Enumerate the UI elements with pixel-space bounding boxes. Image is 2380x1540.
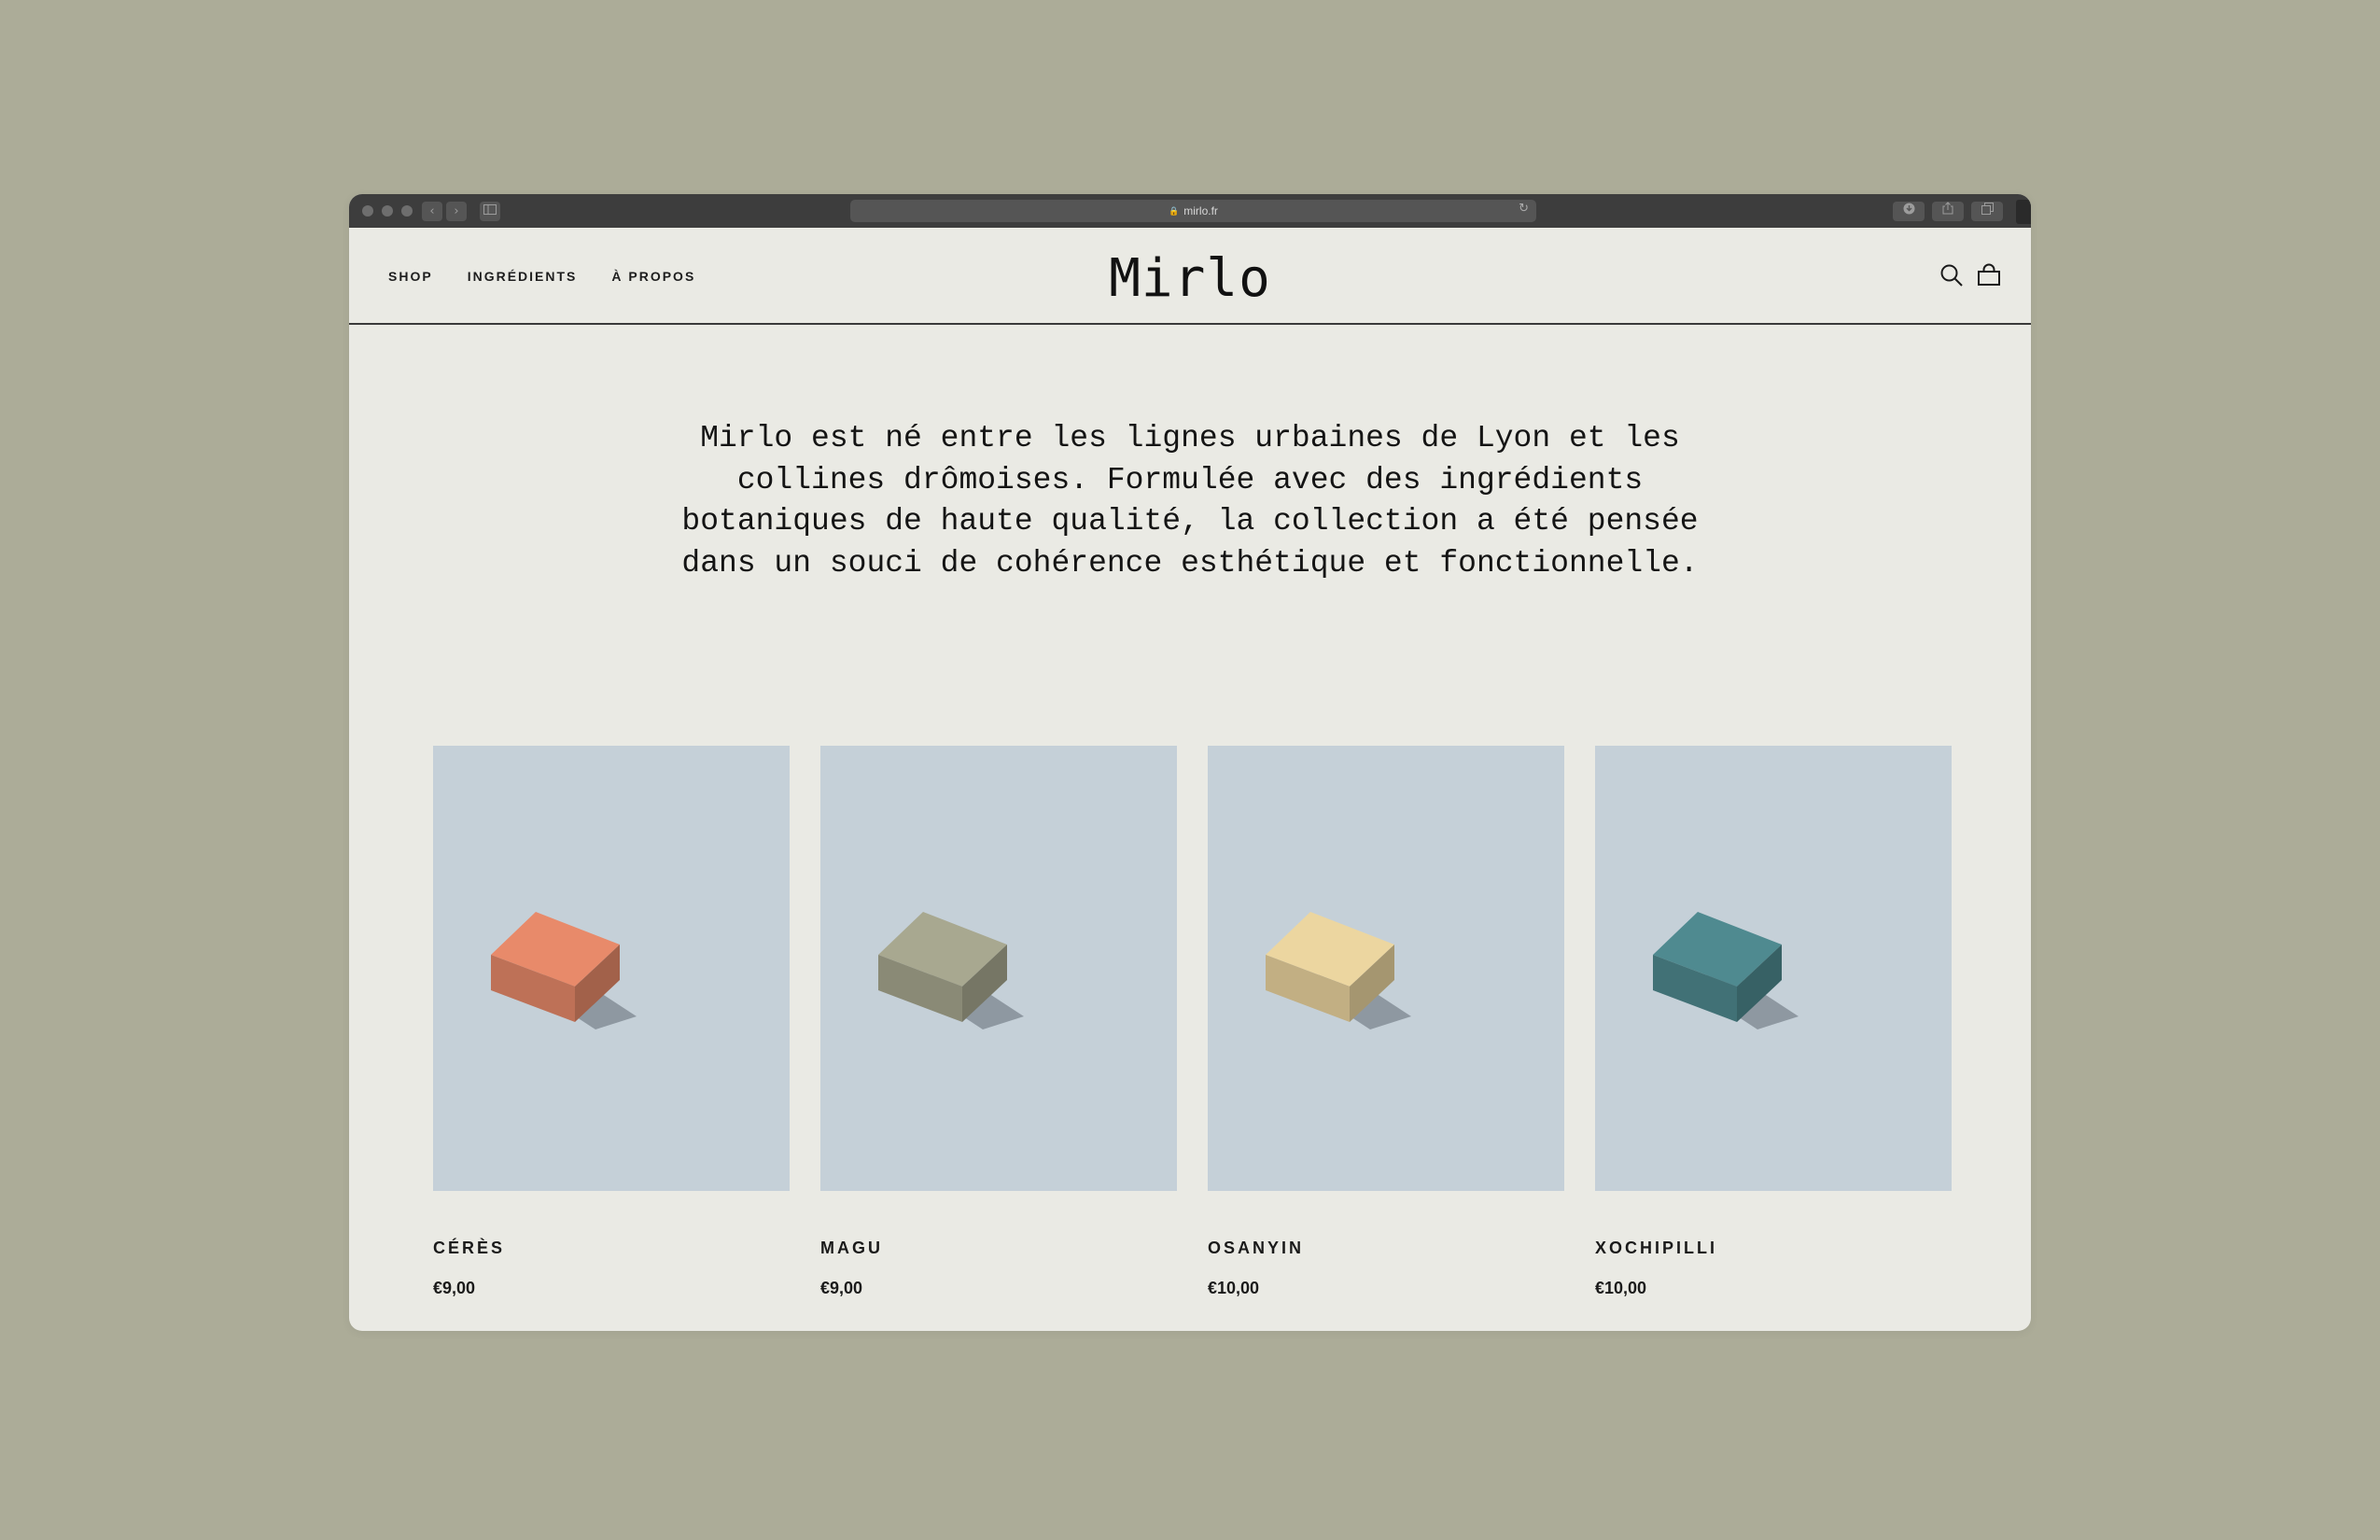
download-icon <box>1903 203 1914 215</box>
sidebar-icon <box>483 204 497 215</box>
product-card[interactable]: MAGU €9,00 <box>820 746 1177 1298</box>
product-photo[interactable] <box>1595 746 1952 1191</box>
product-card[interactable]: XOCHIPILLI €10,00 <box>1595 746 1952 1298</box>
search-icon[interactable] <box>1939 263 1964 287</box>
close-window-button[interactable] <box>362 205 373 217</box>
address-bar[interactable]: 🔒 mirlo.fr ↻ <box>850 200 1536 222</box>
product-price: €9,00 <box>820 1279 863 1297</box>
browser-window: ‹ › 🔒 mirlo.fr ↻ SHOP INGRÉDIENTS À PROP… <box>349 194 2031 1331</box>
new-tab-button[interactable] <box>2016 200 2031 224</box>
bag-icon[interactable] <box>1977 263 2001 287</box>
site-header: SHOP INGRÉDIENTS À PROPOS Mirlo <box>349 228 2031 325</box>
product-price: €10,00 <box>1208 1279 1260 1297</box>
product-name[interactable]: OSANYIN <box>1208 1239 1564 1258</box>
history-buttons: ‹ › <box>422 202 467 221</box>
share-icon <box>1942 202 1953 215</box>
sidebar-toggle-button[interactable] <box>480 202 500 221</box>
browser-toolbar: ‹ › 🔒 mirlo.fr ↻ <box>349 194 2031 228</box>
minimize-window-button[interactable] <box>382 205 393 217</box>
soap-bar-image <box>491 912 637 1029</box>
browser-actions <box>1893 202 2003 221</box>
product-card[interactable]: CÉRÈS €9,00 <box>433 746 790 1298</box>
soap-bar-image <box>878 912 1024 1029</box>
product-name[interactable]: XOCHIPILLI <box>1595 1239 1952 1258</box>
product-photo[interactable] <box>1208 746 1564 1191</box>
back-button[interactable]: ‹ <box>422 202 442 221</box>
soap-bar-image <box>1653 912 1799 1029</box>
product-card[interactable]: OSANYIN €10,00 <box>1208 746 1564 1298</box>
brand-intro: Mirlo est né entre les lignes urbaines d… <box>349 418 2031 584</box>
product-price: €10,00 <box>1595 1279 1647 1297</box>
tabs-overview-button[interactable] <box>1971 202 2003 221</box>
zoom-window-button[interactable] <box>401 205 413 217</box>
reload-icon[interactable]: ↻ <box>1519 202 1529 216</box>
lock-icon: 🔒 <box>1169 205 1180 216</box>
brand-logo[interactable]: Mirlo <box>349 248 2031 309</box>
window-controls <box>362 205 413 217</box>
tabs-icon <box>1981 203 1994 215</box>
soap-bar-image <box>1266 912 1411 1029</box>
product-grid: CÉRÈS €9,00 MAGU €9,00 OSANYIN €10,00 XO… <box>433 746 1952 1298</box>
product-photo[interactable] <box>820 746 1177 1191</box>
forward-button[interactable]: › <box>446 202 467 221</box>
url-text: mirlo.fr <box>1183 204 1218 217</box>
share-button[interactable] <box>1932 202 1964 221</box>
header-actions <box>1939 263 2001 287</box>
product-name[interactable]: CÉRÈS <box>433 1239 790 1258</box>
intro-text: Mirlo est né entre les lignes urbaines d… <box>681 421 1699 581</box>
product-price: €9,00 <box>433 1279 476 1297</box>
product-name[interactable]: MAGU <box>820 1239 1177 1258</box>
downloads-button[interactable] <box>1893 202 1925 221</box>
product-photo[interactable] <box>433 746 790 1191</box>
